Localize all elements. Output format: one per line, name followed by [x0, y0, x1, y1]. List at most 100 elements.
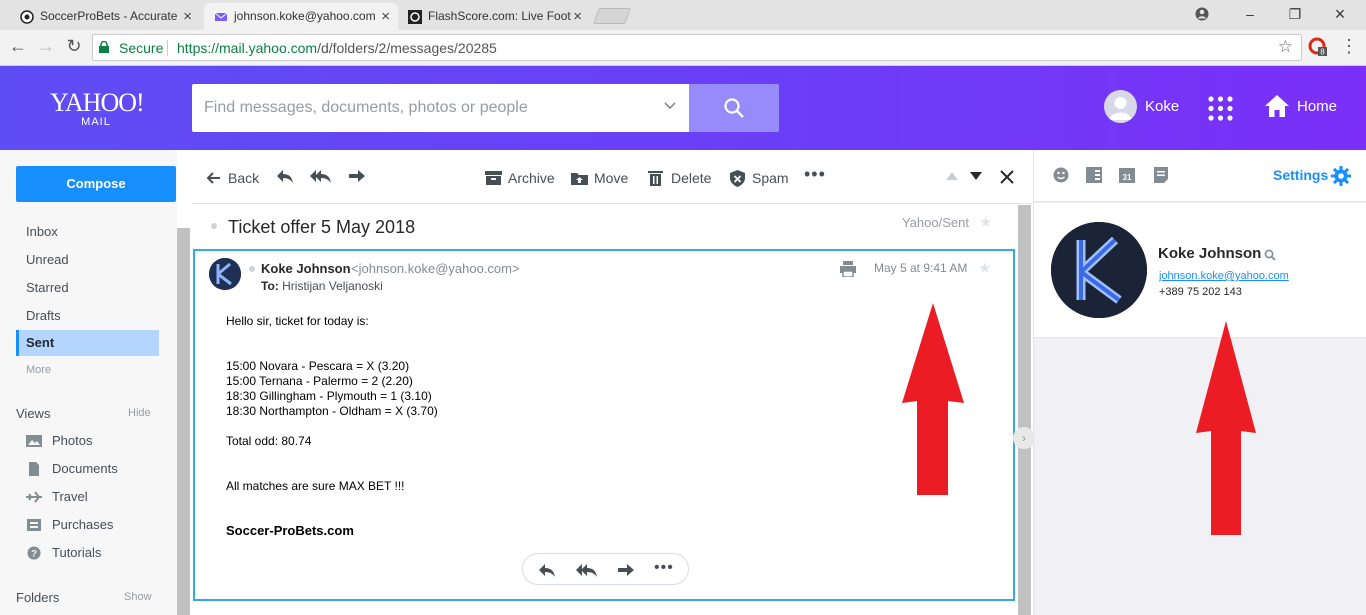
- lock-icon: [99, 41, 109, 53]
- delete-button[interactable]: Delete: [648, 168, 711, 188]
- chevron-down-icon[interactable]: [663, 98, 677, 112]
- browser-tab-title: FlashScore.com: Live Foot: [428, 9, 571, 23]
- search-input[interactable]: [204, 96, 644, 120]
- view-label: Photos: [52, 433, 93, 448]
- home-icon[interactable]: [1264, 93, 1290, 119]
- smiley-icon[interactable]: [1053, 167, 1069, 183]
- browser-tab-soccerprobets[interactable]: SoccerProBets - Accurate ×: [10, 3, 200, 30]
- view-label: Purchases: [52, 517, 114, 532]
- logo-subtext: MAIL: [81, 116, 111, 128]
- folder-starred[interactable]: Starred: [16, 275, 159, 301]
- restore-icon[interactable]: ❐: [1273, 0, 1317, 30]
- next-message-icon[interactable]: [970, 172, 982, 180]
- more-actions-icon[interactable]: •••: [804, 164, 826, 184]
- body-signature: Soccer-ProBets.com: [226, 523, 354, 538]
- spam-button[interactable]: Spam: [729, 168, 789, 188]
- reply-icon[interactable]: [538, 562, 556, 578]
- new-tab-button[interactable]: [593, 8, 631, 24]
- browser-tab-title: SoccerProBets - Accurate: [40, 9, 178, 23]
- view-documents[interactable]: Documents: [26, 459, 118, 479]
- previous-message-icon[interactable]: [946, 172, 958, 180]
- opera-extension-icon[interactable]: 8: [1308, 37, 1328, 57]
- view-tutorials[interactable]: ? Tutorials: [26, 543, 101, 563]
- calendar-icon[interactable]: 31: [1119, 167, 1135, 183]
- reload-icon[interactable]: ↻: [62, 36, 86, 57]
- minimize-icon[interactable]: –: [1228, 0, 1272, 30]
- view-purchases[interactable]: Purchases: [26, 515, 113, 535]
- move-folder-icon: [571, 173, 588, 185]
- compose-button[interactable]: Compose: [16, 166, 176, 202]
- message-date: May 5 at 9:41 AM: [874, 261, 968, 275]
- forward-arrow-icon[interactable]: →: [34, 36, 58, 57]
- message-toolbar: Back Archive Move Delete Spam •••: [192, 150, 1032, 204]
- contact-card: Koke Johnson johnson.koke@yahoo.com +389…: [1034, 203, 1366, 338]
- collapse-panel-icon[interactable]: ›: [1013, 427, 1035, 449]
- flashscore-icon: [408, 10, 422, 24]
- sidebar-scrollbar[interactable]: [177, 228, 190, 615]
- print-icon[interactable]: [840, 261, 856, 277]
- views-hide-link[interactable]: Hide: [128, 407, 151, 419]
- message-scrollbar[interactable]: [1018, 205, 1031, 615]
- recipient-name[interactable]: Hristijan Veljanoski: [282, 279, 383, 293]
- view-label: Tutorials: [52, 545, 102, 560]
- more-actions-icon[interactable]: •••: [654, 559, 674, 577]
- help-question-icon: ?: [27, 546, 41, 560]
- sender-name[interactable]: Koke Johnson: [261, 261, 351, 276]
- reply-button[interactable]: [276, 168, 294, 188]
- url-bar[interactable]: Secure https://mail.yahoo.com/d/folders/…: [92, 34, 1302, 61]
- airplane-icon: [26, 491, 42, 503]
- archive-button[interactable]: Archive: [485, 168, 555, 188]
- close-icon[interactable]: [1000, 170, 1014, 184]
- view-travel[interactable]: Travel: [26, 487, 88, 507]
- unread-dot-icon[interactable]: [211, 223, 217, 229]
- yahoo-mail-logo[interactable]: YAHOO! MAIL: [50, 90, 145, 129]
- search-icon[interactable]: [1264, 249, 1276, 261]
- mail-header: YAHOO! MAIL Koke Home: [0, 66, 1366, 150]
- folder-sent[interactable]: Sent: [16, 330, 159, 356]
- forward-button[interactable]: [348, 168, 366, 188]
- reply-all-button[interactable]: [310, 168, 332, 188]
- notepad-icon[interactable]: [1153, 167, 1169, 183]
- close-tab-icon[interactable]: ×: [381, 3, 390, 30]
- bookmark-star-icon[interactable]: ☆: [1278, 37, 1293, 57]
- back-button[interactable]: Back: [206, 168, 259, 188]
- contacts-card-icon[interactable]: [1086, 167, 1102, 183]
- move-button[interactable]: Move: [571, 168, 628, 188]
- back-arrow-icon[interactable]: ←: [6, 36, 30, 57]
- reply-all-icon: [310, 170, 331, 183]
- gear-icon[interactable]: [1331, 166, 1351, 186]
- folder-drafts[interactable]: Drafts: [16, 303, 159, 329]
- search-icon: [724, 98, 744, 118]
- spam-label: Spam: [752, 170, 789, 186]
- delete-label: Delete: [671, 170, 712, 186]
- reply-all-icon[interactable]: [576, 562, 598, 578]
- window-close-icon[interactable]: ×: [1318, 0, 1362, 30]
- browser-menu-icon[interactable]: ⋮: [1340, 36, 1358, 57]
- folder-inbox[interactable]: Inbox: [16, 219, 159, 245]
- forward-icon[interactable]: [617, 562, 635, 578]
- more-folders-link[interactable]: More: [26, 364, 51, 376]
- user-name: Koke: [1145, 98, 1180, 115]
- settings-link[interactable]: Settings: [1273, 167, 1328, 183]
- contact-email-link[interactable]: johnson.koke@yahoo.com: [1159, 270, 1289, 282]
- browser-tab-title: johnson.koke@yahoo.com: [234, 9, 376, 23]
- star-icon[interactable]: ★: [979, 213, 992, 231]
- browser-tab-yahoo-mail[interactable]: johnson.koke@yahoo.com ×: [204, 3, 398, 30]
- folders-show-link[interactable]: Show: [124, 591, 152, 603]
- close-tab-icon[interactable]: ×: [183, 3, 192, 30]
- secure-label: Secure: [119, 40, 164, 56]
- search-button[interactable]: [689, 84, 779, 132]
- read-status-dot-icon[interactable]: [249, 266, 255, 272]
- url-host: https://mail.yahoo.com: [177, 40, 318, 56]
- close-tab-icon[interactable]: ×: [573, 3, 582, 30]
- star-icon[interactable]: ★: [978, 259, 991, 277]
- browser-tab-flashscore[interactable]: FlashScore.com: Live Foot ×: [398, 3, 590, 30]
- shield-icon: [730, 170, 745, 187]
- avatar: [1104, 90, 1137, 123]
- view-photos[interactable]: Photos: [26, 431, 92, 451]
- views-heading: Views: [16, 406, 51, 421]
- apps-grid-icon[interactable]: [1208, 96, 1233, 121]
- profile-icon[interactable]: [1180, 0, 1224, 30]
- home-link[interactable]: Home: [1297, 98, 1337, 115]
- folder-unread[interactable]: Unread: [16, 247, 159, 273]
